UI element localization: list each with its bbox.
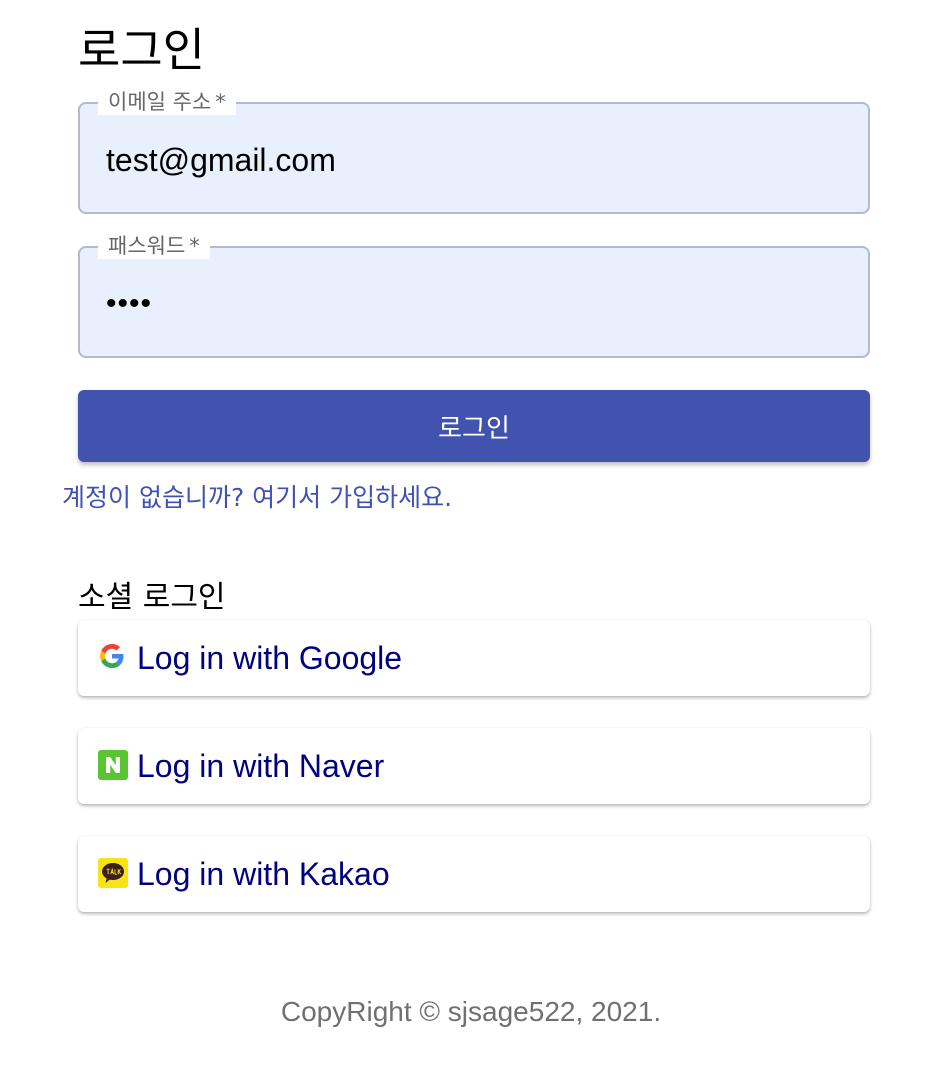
email-field[interactable]: 이메일 주소 *	[78, 89, 870, 214]
social-login-title: 소셜 로그인	[78, 580, 226, 615]
kakao-login-button[interactable]: Log in with Kakao	[78, 836, 870, 912]
email-field-label-text: 이메일 주소	[108, 90, 212, 114]
page-title: 로그인	[78, 23, 205, 77]
kakao-login-label: Log in with Kakao	[137, 856, 390, 892]
login-button[interactable]: 로그인	[78, 390, 870, 462]
password-field-label-text: 패스워드	[108, 234, 186, 258]
email-input[interactable]	[106, 140, 846, 180]
password-field-label: 패스워드 *	[98, 233, 210, 259]
naver-login-label: Log in with Naver	[137, 748, 385, 784]
kakao-icon	[98, 858, 128, 888]
email-required-marker: *	[215, 90, 226, 114]
password-field[interactable]: 패스워드 *	[78, 233, 870, 358]
google-login-label: Log in with Google	[137, 640, 403, 676]
naver-login-button[interactable]: Log in with Naver	[78, 728, 870, 804]
password-required-marker: *	[189, 234, 200, 258]
email-field-label: 이메일 주소 *	[98, 89, 236, 115]
naver-icon	[98, 750, 128, 780]
footer-copyright: CopyRight © sjsage522, 2021.	[280, 996, 662, 1027]
password-input[interactable]	[106, 284, 846, 324]
google-login-button[interactable]: Log in with Google	[78, 620, 870, 696]
signup-link[interactable]: 계정이 없습니까? 여기서 가입하세요.	[62, 480, 452, 516]
google-icon	[100, 644, 124, 668]
